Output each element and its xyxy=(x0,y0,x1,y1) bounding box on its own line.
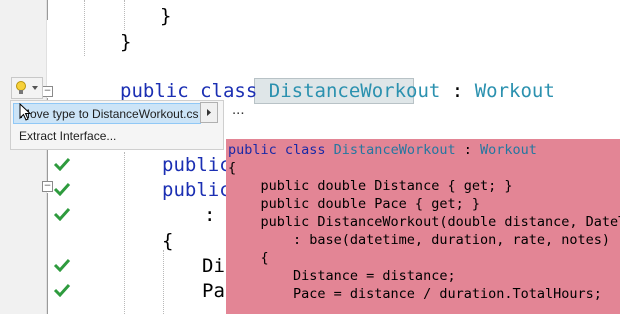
preview-class-name: DistanceWorkout xyxy=(333,142,456,158)
code-fragment: public xyxy=(162,179,231,201)
base-class[interactable]: Workout xyxy=(475,80,555,102)
closing-brace: } xyxy=(120,31,132,53)
menu-item-extract-interface[interactable]: Extract Interface... xyxy=(13,126,219,147)
preview-keywords: public class xyxy=(228,142,334,158)
keyword-class: class xyxy=(200,80,258,102)
preview-line: public DistanceWorkout(double distance, … xyxy=(228,214,620,230)
preview-line: { xyxy=(228,160,237,176)
preview-line: Distance = distance; xyxy=(228,268,456,284)
check-icon xyxy=(53,207,71,221)
preview-line: public double Pace { get; } xyxy=(228,196,480,212)
check-icon xyxy=(53,283,71,297)
check-icon xyxy=(53,157,71,171)
class-name[interactable]: DistanceWorkout xyxy=(269,80,441,102)
quick-actions-menu: Move type to DistanceWorkout.cs Extract … xyxy=(10,100,224,150)
fold-line xyxy=(47,193,48,314)
indent-guide xyxy=(84,0,85,56)
lightbulb-icon xyxy=(11,77,43,99)
collapse-toggle-icon[interactable]: − xyxy=(42,86,53,97)
keyword-public: public xyxy=(120,80,189,102)
preview-colon: : xyxy=(455,142,480,158)
closing-brace: } xyxy=(160,5,172,27)
code-fragment: Di xyxy=(202,255,225,277)
colon: : xyxy=(451,80,464,102)
editor-margin xyxy=(0,0,46,314)
preview-line: { xyxy=(228,250,269,266)
quick-actions-button[interactable] xyxy=(11,77,43,99)
fold-line xyxy=(47,0,48,20)
submenu-arrow-button[interactable] xyxy=(200,102,218,123)
chevron-right-icon xyxy=(207,109,211,116)
code-preview-pane: public class DistanceWorkout : Workout {… xyxy=(226,139,620,314)
code-fragment: { xyxy=(162,230,174,252)
check-icon xyxy=(53,182,71,196)
indent-guide xyxy=(163,250,164,314)
more-options[interactable]: ... xyxy=(232,101,245,118)
preview-line: public class DistanceWorkout : Workout xyxy=(228,141,537,159)
menu-item-move-type[interactable]: Move type to DistanceWorkout.cs xyxy=(13,103,201,124)
preview-base-class: Workout xyxy=(479,142,537,158)
code-fragment: : xyxy=(204,204,216,226)
indent-guide xyxy=(124,0,125,30)
preview-line: Pace = distance / duration.TotalHours; xyxy=(228,286,602,302)
preview-line: : base(datetime, duration, rate, notes) xyxy=(228,232,611,248)
collapse-toggle-icon[interactable]: − xyxy=(42,181,53,192)
code-fragment: public xyxy=(162,154,231,176)
preview-line: public double Distance { get; } xyxy=(228,178,513,194)
indent-guide xyxy=(124,152,125,314)
check-icon xyxy=(53,258,71,272)
mouse-cursor-icon xyxy=(19,103,31,121)
code-fragment: Pa xyxy=(202,280,225,302)
